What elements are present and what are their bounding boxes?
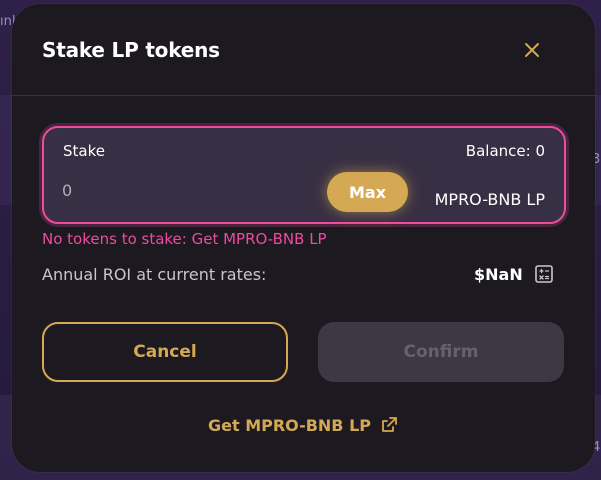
modal-title: Stake LP tokens xyxy=(42,38,220,62)
roi-value: $NaN xyxy=(474,265,523,284)
get-lp-link-label: Get MPRO-BNB LP xyxy=(208,415,371,435)
error-message: No tokens to stake: Get MPRO-BNB LP xyxy=(42,230,327,248)
close-icon xyxy=(525,43,539,57)
header-divider xyxy=(12,95,595,96)
stake-input-box: Stake Balance: 0 Max MPRO-BNB LP xyxy=(42,126,566,224)
calculator-icon xyxy=(535,265,553,283)
roi-label: Annual ROI at current rates: xyxy=(42,265,267,284)
external-link-icon xyxy=(382,417,397,432)
stake-amount-input[interactable] xyxy=(62,178,262,202)
close-button[interactable] xyxy=(516,34,548,66)
cancel-button[interactable]: Cancel xyxy=(42,322,288,382)
balance-text: Balance: 0 xyxy=(465,142,545,160)
get-lp-link[interactable]: Get MPRO-BNB LP xyxy=(12,415,595,435)
stake-modal: Stake LP tokens Stake Balance: 0 Max MPR… xyxy=(12,4,595,472)
max-button[interactable]: Max xyxy=(327,172,408,212)
confirm-button: Confirm xyxy=(318,322,564,382)
stake-label: Stake xyxy=(63,142,105,160)
calculator-button[interactable] xyxy=(533,263,555,285)
token-symbol: MPRO-BNB LP xyxy=(434,190,545,209)
